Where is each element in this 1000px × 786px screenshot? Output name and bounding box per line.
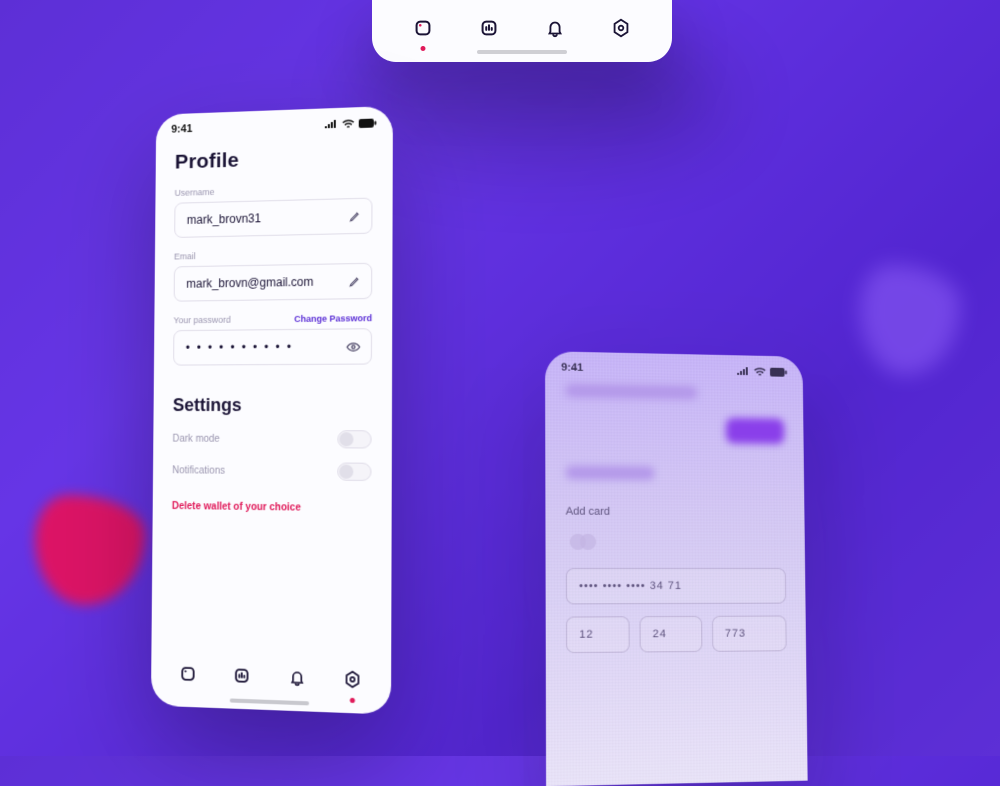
blurred-button <box>726 418 784 444</box>
nav-home-button[interactable] <box>403 8 443 48</box>
gear-icon <box>343 669 363 690</box>
battery-icon <box>770 367 787 376</box>
bell-icon <box>544 17 566 39</box>
status-time: 9:41 <box>561 361 583 373</box>
addcard-label: Add card <box>566 506 786 519</box>
setting-notifications: Notifications <box>172 461 371 481</box>
wifi-icon <box>754 367 767 376</box>
card-cvv-value: 773 <box>725 628 746 640</box>
blurred-header-area <box>545 377 804 495</box>
nav-active-dot <box>350 698 355 703</box>
dark-mode-toggle[interactable] <box>337 430 371 448</box>
nav-home-button[interactable] <box>168 653 207 694</box>
status-indicators <box>324 118 377 129</box>
signal-icon <box>324 119 338 128</box>
nav-active-dot <box>421 46 426 51</box>
card-number-value: •••• •••• •••• 34 71 <box>579 580 682 592</box>
password-value: • • • • • • • • • • <box>186 340 293 355</box>
setting-dark-mode: Dark mode <box>172 430 371 449</box>
status-time: 9:41 <box>171 123 192 135</box>
email-field[interactable]: mark_brovn@gmail.com <box>174 263 373 302</box>
nav-alerts-button[interactable] <box>535 8 575 48</box>
username-field[interactable]: mark_brovn31 <box>174 198 372 238</box>
delete-wallet-link[interactable]: Delete wallet of your choice <box>172 501 372 515</box>
stats-icon <box>232 665 252 686</box>
card-year-value: 24 <box>653 628 667 640</box>
password-field[interactable]: • • • • • • • • • • <box>173 328 372 365</box>
card-year-field[interactable]: 24 <box>640 616 703 653</box>
change-password-link[interactable]: Change Password <box>294 313 372 324</box>
stats-icon <box>478 17 500 39</box>
phone-profile-mockup: 9:41 Profile Username mark_brovn31 Email… <box>151 106 393 715</box>
tabbar-fragment-top <box>372 0 672 62</box>
nav-alerts-button[interactable] <box>277 657 317 699</box>
card-cvv-field[interactable]: 773 <box>712 615 787 651</box>
nav-stats-button[interactable] <box>222 655 262 697</box>
edit-icon[interactable] <box>348 209 361 222</box>
edit-icon[interactable] <box>348 275 361 288</box>
bell-icon <box>287 667 307 688</box>
status-indicators <box>736 367 787 377</box>
gear-icon <box>610 17 632 39</box>
dark-mode-label: Dark mode <box>172 433 219 444</box>
profile-heading: Profile <box>175 145 373 175</box>
phone-addcard-mockup: 9:41 Add card •••• •••• •••• 34 71 12 24… <box>545 351 808 786</box>
email-value: mark_brovn@gmail.com <box>186 275 313 291</box>
notifications-toggle[interactable] <box>337 462 371 481</box>
wifi-icon <box>342 119 355 128</box>
home-icon <box>412 17 434 39</box>
tabbar-bottom <box>151 646 391 715</box>
mastercard-icon <box>566 534 786 551</box>
battery-icon <box>359 118 377 128</box>
username-label: Username <box>175 183 373 198</box>
settings-heading: Settings <box>173 395 372 416</box>
card-month-value: 12 <box>579 629 593 641</box>
decorative-blob-purple <box>860 265 960 375</box>
username-value: mark_brovn31 <box>187 211 261 227</box>
card-month-field[interactable]: 12 <box>566 616 630 653</box>
nav-settings-button[interactable] <box>332 658 373 700</box>
password-label: Your password <box>173 315 230 326</box>
nav-settings-button[interactable] <box>601 8 641 48</box>
signal-icon <box>736 367 750 376</box>
eye-icon[interactable] <box>346 339 361 354</box>
nav-stats-button[interactable] <box>469 8 509 48</box>
notifications-label: Notifications <box>172 465 225 476</box>
email-label: Email <box>174 248 372 262</box>
card-number-field[interactable]: •••• •••• •••• 34 71 <box>566 568 786 604</box>
home-icon <box>178 664 198 685</box>
decorative-blob-red <box>35 495 145 605</box>
